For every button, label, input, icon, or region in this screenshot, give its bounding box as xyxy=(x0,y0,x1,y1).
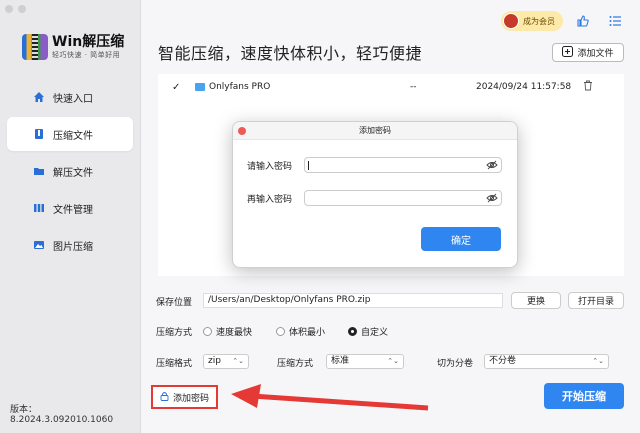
folder-icon xyxy=(33,165,45,177)
lock-icon xyxy=(160,391,169,404)
file-name: Onlyfans PRO xyxy=(209,82,271,92)
password-row: 请输入密码 xyxy=(247,157,502,173)
sidebar-nav: 快速入口 压缩文件 解压文件 文件管理 图片压缩 xyxy=(7,80,133,265)
confirm-password-label: 再输入密码 xyxy=(247,194,293,205)
thumbs-up-icon[interactable] xyxy=(575,13,591,29)
dialog-titlebar: 添加密码 xyxy=(233,122,517,140)
chevron-updown-icon: ⌃⌄ xyxy=(592,357,604,365)
sidebar-item-label: 快速入口 xyxy=(53,93,93,105)
method-value: 标准 xyxy=(331,356,350,366)
confirm-button[interactable]: 确定 xyxy=(421,227,501,251)
add-file-button[interactable]: 添加文件 xyxy=(552,43,624,62)
sidebar-item-label: 文件管理 xyxy=(53,204,93,216)
confirm-password-row: 再输入密码 xyxy=(247,190,502,206)
sidebar-item-label: 解压文件 xyxy=(53,167,93,179)
add-password-button[interactable]: 添加密码 xyxy=(151,385,218,409)
main-panel: 成为会员 智能压缩，速度快体积小，轻巧便捷 添加文件 ✓ Onlyfans PR… xyxy=(141,0,640,433)
files-icon xyxy=(33,202,45,214)
app-window: Win解压缩 轻巧快速 · 简单好用 快速入口 压缩文件 解压文件 文件管理 图… xyxy=(0,0,640,433)
radio-fastest[interactable]: 速度最快 xyxy=(203,325,252,338)
vip-label: 成为会员 xyxy=(523,16,555,26)
archive-logo-icon xyxy=(22,34,48,60)
sidebar-item-quick-entry[interactable]: 快速入口 xyxy=(7,80,133,114)
dialog-title: 添加密码 xyxy=(359,126,391,135)
format-label: 压缩格式 xyxy=(156,359,193,369)
trash-icon[interactable] xyxy=(583,80,593,94)
sidebar-item-extract[interactable]: 解压文件 xyxy=(7,154,133,188)
page-title: 智能压缩，速度快体积小，轻巧便捷 xyxy=(158,44,423,63)
sidebar-item-compress[interactable]: 压缩文件 xyxy=(7,117,133,151)
radio-label: 速度最快 xyxy=(216,328,253,338)
sidebar-item-label: 压缩文件 xyxy=(53,130,93,142)
sidebar-item-image-compress[interactable]: 图片压缩 xyxy=(7,228,133,262)
split-select[interactable]: 不分卷 ⌃⌄ xyxy=(484,354,609,369)
archive-icon xyxy=(33,128,45,140)
radio-dot-selected xyxy=(348,327,357,336)
format-value: zip xyxy=(208,356,221,366)
red-arrow-annotation xyxy=(231,384,429,411)
text-caret xyxy=(308,161,309,170)
file-size: -- xyxy=(410,82,417,92)
password-input[interactable] xyxy=(304,157,502,173)
plus-icon xyxy=(562,45,574,60)
confirm-password-input[interactable] xyxy=(304,190,502,206)
minimize-window-button[interactable] xyxy=(18,5,26,13)
compress-mode-label: 压缩方式 xyxy=(156,328,193,338)
app-logo: Win解压缩 轻巧快速 · 简单好用 xyxy=(22,34,124,60)
eye-slash-icon[interactable] xyxy=(486,192,498,207)
radio-dot xyxy=(203,327,212,336)
sidebar-item-file-manage[interactable]: 文件管理 xyxy=(7,191,133,225)
radio-label: 自定义 xyxy=(361,328,389,338)
menu-icon[interactable] xyxy=(607,13,623,29)
list-item[interactable]: ✓ Onlyfans PRO -- 2024/09/24 11:57:58 xyxy=(158,80,624,94)
change-path-button[interactable]: 更换 xyxy=(511,292,561,309)
method-select[interactable]: 标准 ⌃⌄ xyxy=(326,354,404,369)
add-password-label: 添加密码 xyxy=(172,393,209,404)
radio-custom[interactable]: 自定义 xyxy=(348,325,388,338)
method-label: 压缩方式 xyxy=(277,359,314,369)
radio-dot xyxy=(276,327,285,336)
add-file-label: 添加文件 xyxy=(577,49,614,59)
split-value: 不分卷 xyxy=(489,356,517,366)
sidebar-item-label: 图片压缩 xyxy=(53,241,93,253)
vip-button[interactable]: 成为会员 xyxy=(501,11,563,31)
radio-label: 体积最小 xyxy=(289,328,326,338)
save-location-label: 保存位置 xyxy=(156,298,193,308)
open-directory-button[interactable]: 打开目录 xyxy=(568,292,624,309)
image-icon xyxy=(33,239,45,251)
start-compress-button[interactable]: 开始压缩 xyxy=(544,383,624,409)
chevron-updown-icon: ⌃⌄ xyxy=(232,357,244,365)
app-name: Win解压缩 xyxy=(52,33,125,50)
close-icon[interactable] xyxy=(238,127,246,135)
close-window-button[interactable] xyxy=(5,5,13,13)
radio-smallest[interactable]: 体积最小 xyxy=(276,325,325,338)
split-label: 切为分卷 xyxy=(437,359,474,369)
file-list: ✓ Onlyfans PRO -- 2024/09/24 11:57:58 添加… xyxy=(158,74,624,276)
format-select[interactable]: zip ⌃⌄ xyxy=(203,354,249,369)
password-label: 请输入密码 xyxy=(247,161,293,172)
sidebar: Win解压缩 轻巧快速 · 简单好用 快速入口 压缩文件 解压文件 文件管理 图… xyxy=(0,0,141,433)
chevron-updown-icon: ⌃⌄ xyxy=(387,357,399,365)
checkbox-checked-icon[interactable]: ✓ xyxy=(172,82,180,93)
avatar xyxy=(503,13,519,29)
file-date: 2024/09/24 11:57:58 xyxy=(476,82,572,92)
home-icon xyxy=(33,91,45,103)
version-label: 版本：8.2024.3.092010.1060 xyxy=(10,405,114,425)
eye-slash-icon[interactable] xyxy=(486,159,498,174)
app-tagline: 轻巧快速 · 简单好用 xyxy=(52,50,121,59)
folder-icon xyxy=(195,83,205,91)
save-path-field[interactable]: /Users/an/Desktop/Onlyfans PRO.zip xyxy=(203,293,503,308)
add-password-dialog: 添加密码 请输入密码 再输入密码 确定 xyxy=(232,121,518,268)
window-controls xyxy=(5,5,26,13)
